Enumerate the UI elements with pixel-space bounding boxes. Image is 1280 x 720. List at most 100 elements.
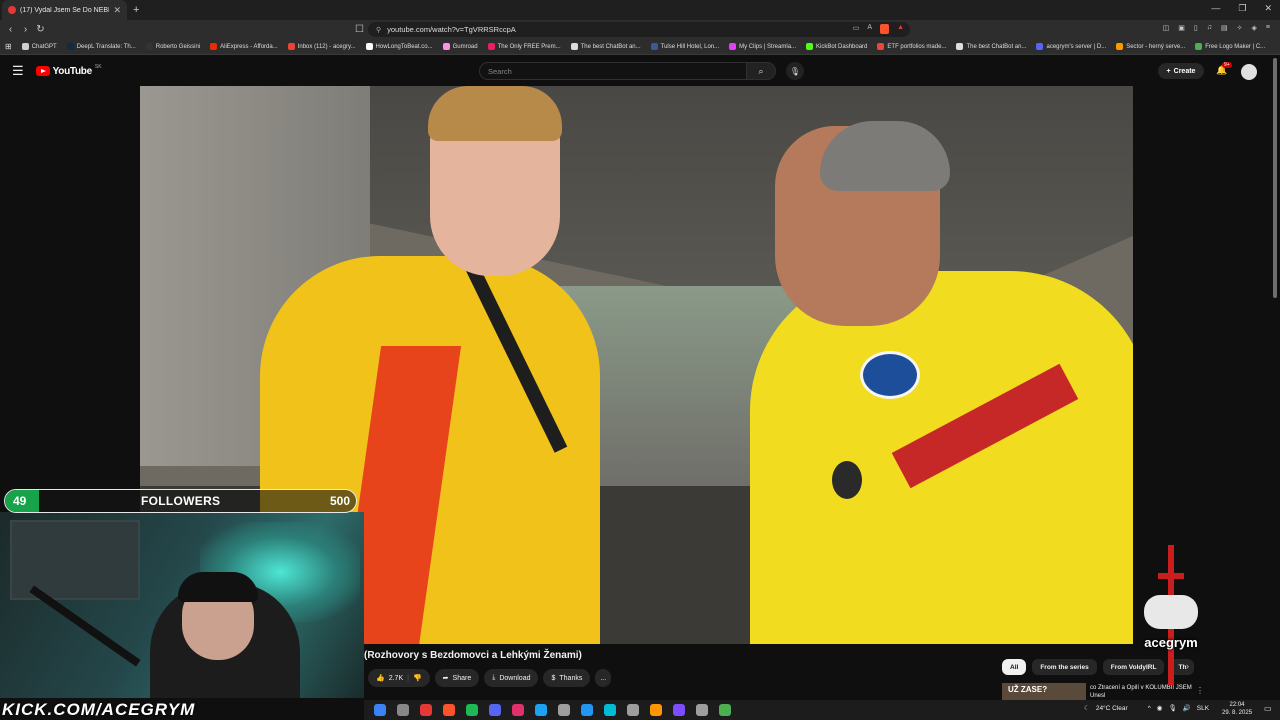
bookmark-item[interactable]: Gumroad <box>442 43 478 50</box>
bookmark-item[interactable]: The best ChatBot an... <box>956 43 1026 50</box>
taskbar-app-icon[interactable] <box>558 704 570 716</box>
like-button[interactable]: 👍 2.7K | 👎 <box>368 669 430 687</box>
new-tab-icon[interactable]: + <box>133 4 139 16</box>
bookmark-item[interactable]: HowLongToBeat.co... <box>365 43 433 50</box>
bookmark-item[interactable]: Roberto Geissini <box>145 43 200 50</box>
site-info-icon[interactable]: ⚲ <box>376 26 381 34</box>
leo-icon[interactable]: ✧ <box>1237 24 1243 32</box>
bookmark-item[interactable]: Free Logo Maker | C... <box>1195 43 1265 50</box>
vpn-icon[interactable]: ◈ <box>1252 24 1257 32</box>
close-tab-icon[interactable]: ✕ <box>113 5 121 16</box>
mic-tray-icon[interactable]: 🎙 <box>1168 704 1176 712</box>
volume-icon[interactable]: 🔊 <box>1183 704 1191 712</box>
bookmark-label: The best ChatBot an... <box>580 43 641 50</box>
minimize-icon[interactable]: — <box>1211 3 1220 14</box>
taskbar-app-icon[interactable] <box>581 704 593 716</box>
download-button[interactable]: ⤓ Download <box>484 669 539 687</box>
taskbar-app-icon[interactable] <box>535 704 547 716</box>
menu-icon[interactable]: ≡ <box>1266 24 1270 32</box>
back-icon[interactable]: ‹ <box>3 24 18 35</box>
network-icon[interactable]: ◉ <box>1157 704 1163 712</box>
bookmark-favicon-icon <box>1036 43 1044 50</box>
youtube-logo[interactable]: YouTube SK <box>35 64 102 77</box>
bookmark-item[interactable]: Inbox (112) - acegry... <box>287 43 356 50</box>
brave-shield-icon[interactable] <box>880 24 890 34</box>
bookmark-item[interactable]: The Only FREE Prem... <box>487 43 561 50</box>
share-button[interactable]: ➦ Share <box>434 669 480 687</box>
bookmark-item[interactable]: acegrym's server | D... <box>1036 43 1106 50</box>
bookmark-label: KickBot Dashboard <box>816 43 868 50</box>
voice-search-button[interactable]: 🎙 <box>786 62 804 80</box>
taskbar-app-icon[interactable] <box>443 704 455 716</box>
hamburger-menu-icon[interactable]: ☰ <box>12 63 24 79</box>
jersey-crest <box>860 351 920 399</box>
thanks-button[interactable]: $ Thanks <box>543 669 591 687</box>
search-input[interactable]: Search <box>479 62 747 80</box>
page-scrollbar[interactable] <box>1273 58 1277 298</box>
system-tray: ☾ 24°C Clear ^ ◉ 🎙 🔊 SLK <box>1084 704 1209 713</box>
thanks-icon: $ <box>551 674 556 682</box>
taskbar-app-icon[interactable] <box>397 704 409 716</box>
thumbs-down-icon[interactable]: 👎 <box>413 674 422 682</box>
address-bar[interactable]: ⚲ youtube.com/watch?v=TgVRRSRccpA ▭ A ▲ <box>368 22 910 37</box>
bookmark-favicon-icon <box>877 43 885 50</box>
recommended-video-thumbnail[interactable]: UŽ ZASE? <box>1002 683 1086 700</box>
translate-icon[interactable]: A <box>867 24 872 34</box>
bookmark-item[interactable]: DeepL Translate: Th... <box>66 43 136 50</box>
wallet-icon[interactable]: ▤ <box>1221 24 1228 32</box>
create-button[interactable]: + Create <box>1158 63 1204 79</box>
taskbar-app-icon[interactable] <box>696 704 708 716</box>
taskbar-app-icon[interactable] <box>719 704 731 716</box>
notification-center-icon[interactable]: ▭ <box>1264 704 1272 713</box>
taskbar-app-icon[interactable] <box>466 704 478 716</box>
browser-tab-active[interactable]: (17) Vydal Jsem Se Do NEBEZ ✕ <box>2 0 127 20</box>
account-avatar[interactable] <box>1241 64 1257 80</box>
sidebar-icon[interactable]: ▯ <box>1194 24 1198 32</box>
brand-name: acegrym <box>1144 635 1198 650</box>
bookmark-page-icon[interactable]: ☐ <box>352 24 367 35</box>
forward-icon[interactable]: › <box>18 24 33 35</box>
bookmark-item[interactable]: The best ChatBot an... <box>570 43 641 50</box>
apps-grid-icon[interactable]: ⊞ <box>5 42 12 51</box>
bookmark-item[interactable]: My Clips | Streamla... <box>729 43 796 50</box>
brave-rewards-icon[interactable]: ▲ <box>897 24 904 34</box>
reload-icon[interactable]: ↻ <box>33 24 48 35</box>
taskbar-clock[interactable]: 22:04 29. 8. 2025 <box>1222 701 1252 717</box>
bookmark-favicon-icon <box>487 43 495 50</box>
extension-icon[interactable]: ◫ <box>1163 24 1170 32</box>
chip-all[interactable]: All <box>1002 659 1027 675</box>
language-indicator[interactable]: SLK <box>1197 705 1209 712</box>
taskbar-app-icon[interactable] <box>374 704 386 716</box>
chevron-right-icon[interactable]: › <box>1186 661 1189 671</box>
bookmark-item[interactable]: Sector - herný serve... <box>1116 43 1185 50</box>
maximize-icon[interactable]: ❐ <box>1238 3 1246 14</box>
chip-more[interactable]: Th <box>1170 659 1195 675</box>
taskbar-app-icon[interactable] <box>650 704 662 716</box>
bookmark-item[interactable]: KickBot Dashboard <box>806 43 867 50</box>
search-button[interactable]: ⌕ <box>746 62 776 80</box>
more-actions-button[interactable]: ... <box>595 669 612 687</box>
weather-text[interactable]: 24°C Clear <box>1096 705 1128 712</box>
chip-from-series[interactable]: From the series <box>1032 659 1097 675</box>
bookmark-item[interactable]: ChatGPT <box>21 43 57 50</box>
download-label: Download <box>499 674 531 682</box>
taskbar-app-icon[interactable] <box>420 704 432 716</box>
recommended-video-menu-icon[interactable]: ⋮ <box>1196 686 1204 695</box>
cast-icon[interactable]: ▭ <box>853 24 860 34</box>
taskbar-app-icon[interactable] <box>489 704 501 716</box>
thumbs-up-icon: 👍 <box>376 675 385 682</box>
bookmark-item[interactable]: ETF portfolios made... <box>877 43 946 50</box>
recommended-video-title[interactable]: co Ztracení a Opilí v KOLUMBII JSEM Unes… <box>1090 684 1200 700</box>
chip-from-channel[interactable]: From VoldyIRL <box>1102 659 1165 675</box>
taskbar-app-icon[interactable] <box>673 704 685 716</box>
music-icon[interactable]: ♫ <box>1207 24 1212 32</box>
show-hidden-icons[interactable]: ^ <box>1148 705 1151 712</box>
taskbar-app-icon[interactable] <box>604 704 616 716</box>
bookmark-item[interactable]: AliExpress - Afforda... <box>210 43 278 50</box>
sword-guard <box>1158 573 1184 579</box>
extension-icon[interactable]: ▣ <box>1178 24 1185 32</box>
taskbar-app-icon[interactable] <box>627 704 639 716</box>
close-window-icon[interactable]: ✕ <box>1264 3 1272 14</box>
taskbar-app-icon[interactable] <box>512 704 524 716</box>
bookmark-item[interactable]: Tulse Hill Hotel, Lon... <box>650 43 719 50</box>
